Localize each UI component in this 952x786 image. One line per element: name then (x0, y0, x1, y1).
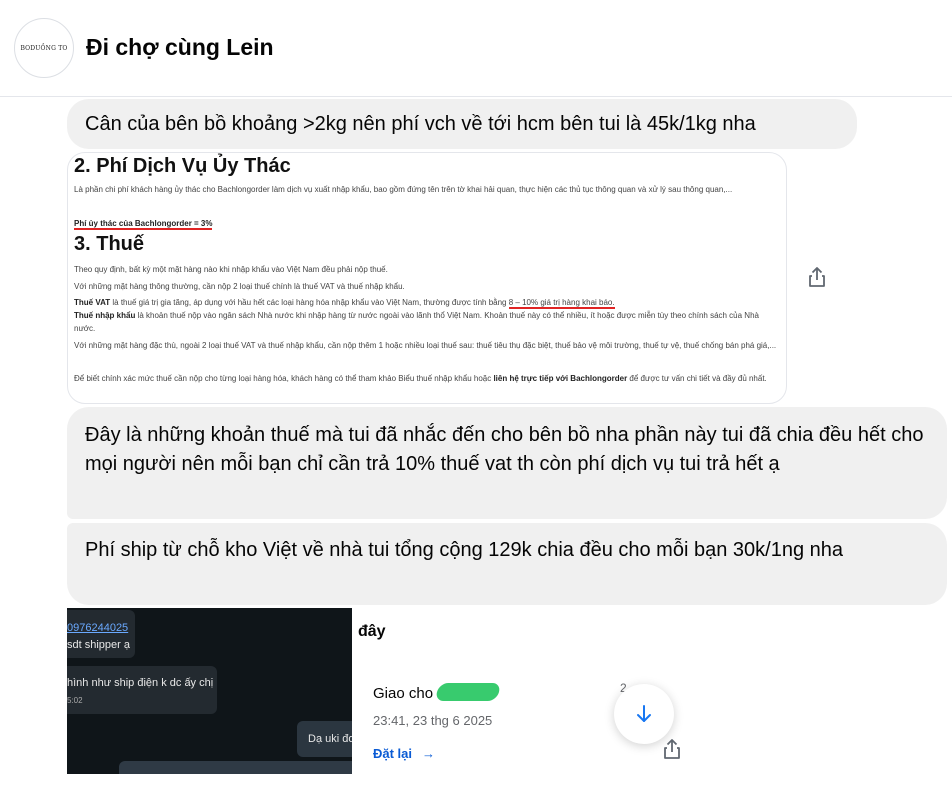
doc-fee-line: Phí ủy thác của Bachlongorder = 3% (74, 217, 780, 230)
doc-contact-bold: liên hệ trực tiếp với Bachlongorder (493, 374, 628, 383)
doc-vat-label: Thuế VAT (74, 298, 111, 307)
arrow-down-icon (637, 705, 651, 722)
doc-import-paragraph: Thuế nhập khẩu là khoản thuế nộp vào ngâ… (74, 309, 780, 335)
chat-screenshot-image[interactable]: 0976244025 sdt shipper ạ hình như ship đ… (67, 608, 352, 774)
scroll-to-bottom-button[interactable] (614, 684, 674, 744)
photo-message-bubble (119, 761, 352, 774)
message-bubble[interactable]: Cân của bên bồ khoảng >2kg nên phí vch v… (67, 99, 857, 149)
doc-contact-text: Để biết chính xác mức thuế cần nộp cho t… (74, 374, 494, 383)
retry-link[interactable]: Đặt lại (373, 746, 412, 761)
share-icon[interactable] (661, 737, 683, 761)
delivery-status: Giao cho (373, 685, 434, 702)
doc-contact-text-end: để được tư vấn chi tiết và đầy đủ nhất. (627, 374, 767, 383)
photo-message-text: Dạ uki đơ (308, 733, 352, 745)
doc-vat-rate: 8 – 10% giá trị hàng khai báo. (508, 298, 615, 309)
document-image[interactable]: 2. Phí Dịch Vụ Ủy Thác Là phần chi phí k… (67, 152, 787, 404)
photo-message-text: hình như ship điện k dc ấy chị (67, 677, 214, 689)
photo-message-time: 5:02 (67, 696, 83, 705)
doc-import-text: là khoản thuế nộp vào ngân sách Nhà nước… (74, 311, 759, 333)
photo-message-text: sdt shipper ạ (67, 639, 130, 651)
image-caption: đây (358, 623, 386, 640)
doc-vat-text: là thuế giá trị gia tăng, áp dụng với hầ… (110, 298, 509, 307)
share-icon[interactable] (806, 265, 828, 289)
chat-title[interactable]: Đi chợ cùng Lein (86, 34, 274, 61)
message-bubble[interactable]: Phí ship từ chỗ kho Việt về nhà tui tổng… (67, 523, 947, 605)
doc-paragraph: Là phần chi phí khách hàng ủy thác cho B… (74, 185, 733, 194)
redacted-name (434, 683, 502, 701)
doc-paragraph: Theo quy định, bất kỳ một mặt hàng nào k… (74, 265, 388, 274)
doc-heading-tax: 3. Thuế (74, 233, 145, 255)
avatar-logo-text: BODUỒNG TO (20, 44, 68, 52)
photo-message-bubble: hình như ship điện k dc ấy chị 5:02 (67, 666, 217, 714)
doc-paragraph: Với những mặt hàng thông thường, cần nộp… (74, 282, 405, 291)
chat-header: BODUỒNG TO Đi chợ cùng Lein (0, 0, 952, 97)
doc-vat-paragraph: Thuế VAT là thuế giá trị gia tăng, áp dụ… (74, 296, 780, 309)
delivery-timestamp: 23:41, 23 thg 6 2025 (373, 713, 493, 728)
group-avatar[interactable]: BODUỒNG TO (14, 18, 74, 78)
photo-message-bubble: Dạ uki đơ (297, 721, 352, 757)
doc-heading-fee: 2. Phí Dịch Vụ Ủy Thác (74, 155, 291, 177)
doc-import-label: Thuế nhập khẩu (74, 311, 136, 320)
message-bubble[interactable]: Đây là những khoản thuế mà tui đã nhắc đ… (67, 407, 947, 519)
photo-phone-link: 0976244025 (67, 622, 129, 634)
doc-contact-paragraph: Để biết chính xác mức thuế cần nộp cho t… (74, 372, 780, 385)
doc-paragraph: Với những mặt hàng đặc thù, ngoài 2 loại… (74, 341, 777, 350)
doc-fee-text: Phí ủy thác của Bachlongorder = 3% (74, 219, 213, 230)
photo-message-bubble: 0976244025 sdt shipper ạ (67, 610, 135, 658)
arrow-right-icon[interactable]: → (422, 746, 435, 761)
